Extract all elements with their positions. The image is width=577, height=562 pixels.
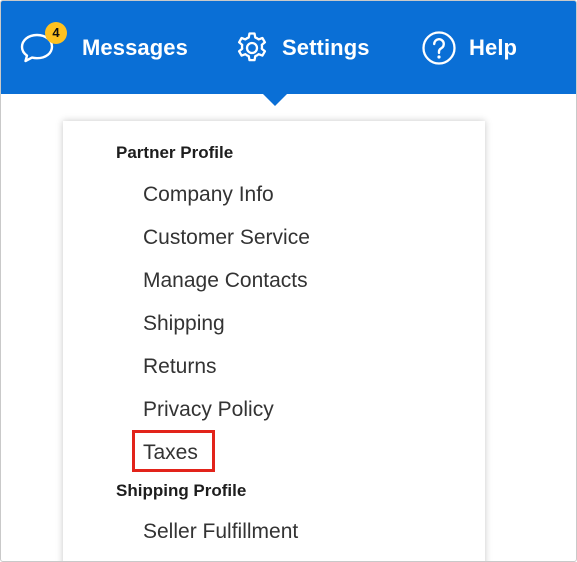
settings-label: Settings	[282, 34, 370, 60]
messages-nav-item[interactable]: 4 Messages	[19, 1, 188, 94]
menu-item-seller-fulfillment[interactable]: Seller Fulfillment	[143, 520, 298, 544]
menu-item-shipping[interactable]: Shipping	[143, 312, 225, 336]
menu-item-returns[interactable]: Returns	[143, 355, 217, 379]
screenshot-frame: 4 Messages Settings Help Partner Profile…	[0, 0, 577, 562]
settings-dropdown-menu: Partner Profile Company Info Customer Se…	[63, 121, 485, 561]
gear-icon	[234, 30, 270, 66]
section-title-partner-profile: Partner Profile	[116, 143, 234, 162]
chat-bubble-icon: 4	[19, 21, 67, 66]
question-circle-icon	[421, 30, 457, 66]
top-navigation-bar: 4 Messages Settings Help	[1, 1, 576, 94]
messages-count-badge: 4	[45, 21, 67, 44]
dropdown-caret	[263, 94, 287, 106]
help-nav-item[interactable]: Help	[421, 1, 517, 94]
messages-label: Messages	[82, 34, 188, 60]
taxes-highlight-box	[132, 430, 215, 472]
help-label: Help	[469, 34, 518, 60]
menu-item-privacy-policy[interactable]: Privacy Policy	[143, 398, 274, 422]
menu-item-company-info[interactable]: Company Info	[143, 183, 274, 207]
menu-item-manage-contacts[interactable]: Manage Contacts	[143, 269, 308, 293]
section-title-shipping-profile: Shipping Profile	[116, 481, 247, 500]
settings-nav-item[interactable]: Settings	[234, 1, 370, 94]
menu-item-customer-service[interactable]: Customer Service	[143, 226, 310, 250]
